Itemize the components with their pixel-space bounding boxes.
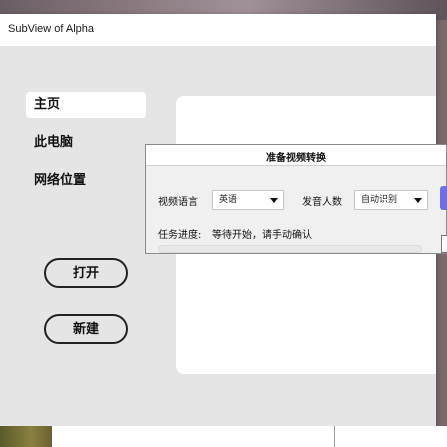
dialog-header: 准备视频转换: [146, 145, 446, 166]
new-button[interactable]: 新建: [44, 314, 128, 344]
title-bar: SubView of Alpha: [0, 14, 436, 46]
chevron-down-icon: [414, 198, 422, 203]
taskbar-divider: [334, 426, 335, 447]
window-title: SubView of Alpha: [8, 23, 95, 35]
sidebar-item-label: 主页: [34, 97, 61, 112]
open-button[interactable]: 打开: [44, 258, 128, 288]
progress-label: 任务进度:: [158, 230, 202, 241]
side-button[interactable]: [441, 235, 447, 253]
video-language-label: 视频语言: [158, 197, 198, 208]
speaker-count-value: 自动识别: [361, 195, 398, 205]
progress-status: 等待开始，请手动确认: [212, 230, 312, 241]
confirm-button[interactable]: [440, 186, 447, 210]
dialog-title: 准备视频转换: [266, 153, 326, 164]
sidebar-item-this-pc[interactable]: 此电脑: [26, 130, 146, 156]
video-language-value: 英语: [219, 195, 238, 205]
speaker-count-label: 发音人数: [302, 197, 342, 208]
taskbar-thumbnail: [0, 426, 52, 447]
taskbar: [0, 426, 447, 447]
conversion-dialog: 准备视频转换 视频语言 英语 发音人数 自动识别 任务进度: 等待开始，请手动确…: [145, 144, 447, 254]
speaker-count-select[interactable]: 自动识别: [354, 190, 428, 210]
video-language-select[interactable]: 英语: [212, 190, 284, 210]
chevron-down-icon: [270, 198, 278, 203]
progress-bar: [158, 245, 422, 253]
sidebar-item-home[interactable]: 主页: [26, 92, 146, 118]
sidebar-item-label: 网络位置: [34, 173, 87, 188]
sidebar-item-network[interactable]: 网络位置: [26, 168, 146, 194]
sidebar-item-label: 此电脑: [34, 135, 74, 150]
